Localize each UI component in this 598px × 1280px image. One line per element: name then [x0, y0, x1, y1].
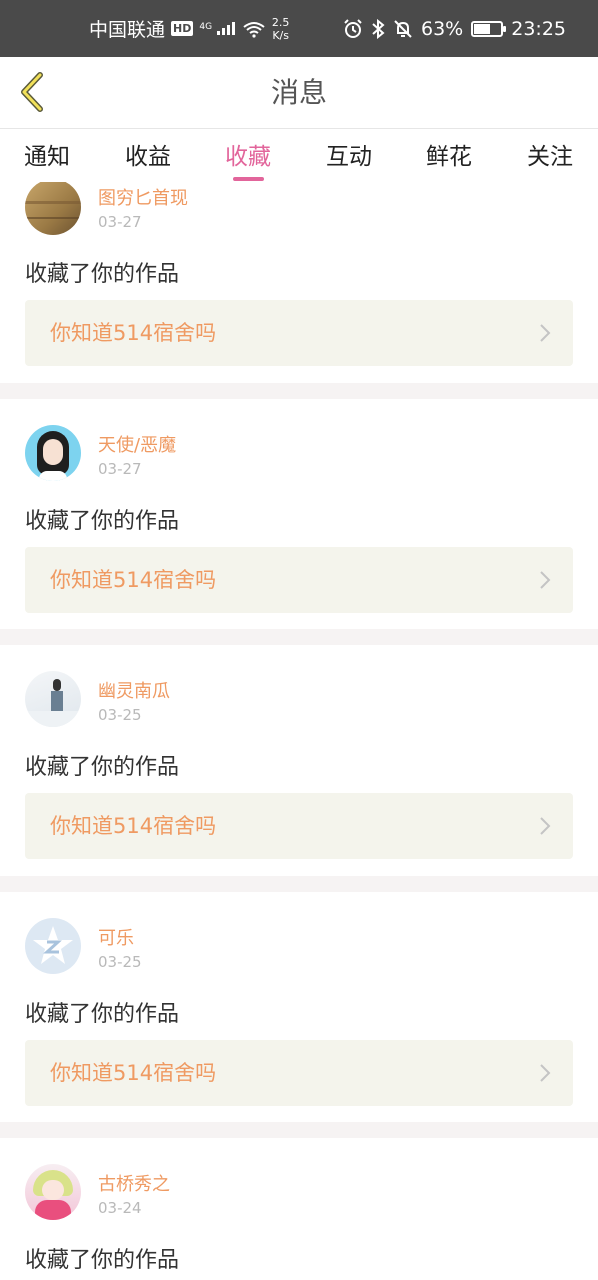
chevron-right-icon: [540, 1064, 551, 1082]
user-name[interactable]: 幽灵南瓜: [98, 677, 170, 703]
notification-action: 收藏了你的作品: [25, 509, 180, 534]
chevron-right-icon: [540, 817, 551, 835]
notification-action: 收藏了你的作品: [25, 1248, 180, 1273]
card-divider: [0, 383, 598, 399]
list-item: 天使/恶魔 03-27 收藏了你的作品 你知道514宿舍吗: [0, 399, 598, 629]
user-name[interactable]: 天使/恶魔: [98, 431, 176, 457]
user-name[interactable]: 古桥秀之: [98, 1170, 170, 1196]
work-link-card[interactable]: 你知道514宿舍吗: [25, 1040, 573, 1106]
tab-notice[interactable]: 通知: [24, 137, 70, 171]
notification-date: 03-25: [98, 706, 142, 724]
bluetooth-icon: [372, 18, 385, 39]
notification-date: 03-27: [98, 213, 142, 231]
status-left: 中国联通 HD 4G 2.5 K/s: [89, 0, 289, 57]
wifi-icon: [243, 21, 265, 38]
girl-cartoon-avatar[interactable]: [25, 425, 81, 481]
notification-date: 03-24: [98, 1199, 142, 1217]
work-link-card[interactable]: 你知道514宿舍吗: [25, 300, 573, 366]
notification-action: 收藏了你的作品: [25, 755, 180, 780]
anime-girl-avatar[interactable]: [25, 1164, 81, 1220]
alarm-icon: [344, 18, 362, 38]
card-divider: [0, 876, 598, 892]
work-title: 你知道514宿舍吗: [50, 321, 217, 345]
star-icon: [33, 926, 73, 964]
battery-fill: [474, 23, 491, 34]
default-star-avatar[interactable]: [25, 918, 81, 974]
signal-icon: 4G: [199, 21, 236, 37]
work-link-card[interactable]: 你知道514宿舍吗: [25, 547, 573, 613]
wood-texture-avatar[interactable]: [25, 182, 81, 235]
list-item: 幽灵南瓜 03-25 收藏了你的作品 你知道514宿舍吗: [0, 645, 598, 876]
tab-favorites[interactable]: 收藏: [225, 137, 271, 171]
page-title: 消息: [270, 76, 327, 109]
work-title: 你知道514宿舍吗: [50, 814, 217, 838]
battery-percent: 63%: [421, 17, 464, 40]
notification-date: 03-25: [98, 953, 142, 971]
battery-icon: [471, 20, 507, 37]
notification-date: 03-27: [98, 460, 142, 478]
work-link-card[interactable]: 你知道514宿舍吗: [25, 793, 573, 859]
notification-list[interactable]: 图穷匕首现 03-27 收藏了你的作品 你知道514宿舍吗 天使/恶魔 03-2…: [0, 182, 598, 1280]
clock: 23:25: [511, 17, 566, 40]
speed-unit: K/s: [272, 28, 289, 42]
list-item: 可乐 03-25 收藏了你的作品 你知道514宿舍吗: [0, 892, 598, 1122]
user-name[interactable]: 可乐: [98, 924, 134, 950]
list-item: 图穷匕首现 03-27 收藏了你的作品 你知道514宿舍吗: [0, 182, 598, 383]
status-bar: 中国联通 HD 4G 2.5 K/s 63% 23:25: [0, 0, 598, 57]
card-divider: [0, 629, 598, 645]
header-bar: 消息: [0, 57, 598, 129]
signal-bars-icon: [216, 21, 235, 35]
list-item: 古桥秀之 03-24 收藏了你的作品: [0, 1138, 598, 1280]
tab-earnings[interactable]: 收益: [125, 137, 171, 171]
network-speed: 2.5 K/s: [272, 16, 290, 42]
tab-interaction[interactable]: 互动: [326, 137, 372, 171]
tab-active-indicator: [233, 177, 264, 181]
figure-photo-avatar[interactable]: [25, 671, 81, 727]
user-name[interactable]: 图穷匕首现: [98, 184, 188, 210]
tab-bar: 通知 收益 收藏 互动 鲜花 关注: [0, 129, 598, 182]
mute-icon: [394, 19, 412, 38]
tab-follow[interactable]: 关注: [527, 137, 573, 171]
notification-action: 收藏了你的作品: [25, 1002, 180, 1027]
work-title: 你知道514宿舍吗: [50, 1061, 217, 1085]
carrier-label: 中国联通: [89, 19, 166, 41]
tab-flowers[interactable]: 鲜花: [426, 137, 472, 171]
chevron-right-icon: [540, 324, 551, 342]
speed-value: 2.5: [271, 15, 290, 29]
notification-action: 收藏了你的作品: [25, 262, 180, 287]
work-title: 你知道514宿舍吗: [50, 568, 217, 592]
hd-badge: HD: [171, 21, 194, 36]
network-type: 4G: [199, 21, 213, 32]
chevron-right-icon: [540, 571, 551, 589]
card-divider: [0, 1122, 598, 1138]
status-right: 63% 23:25: [343, 0, 566, 57]
